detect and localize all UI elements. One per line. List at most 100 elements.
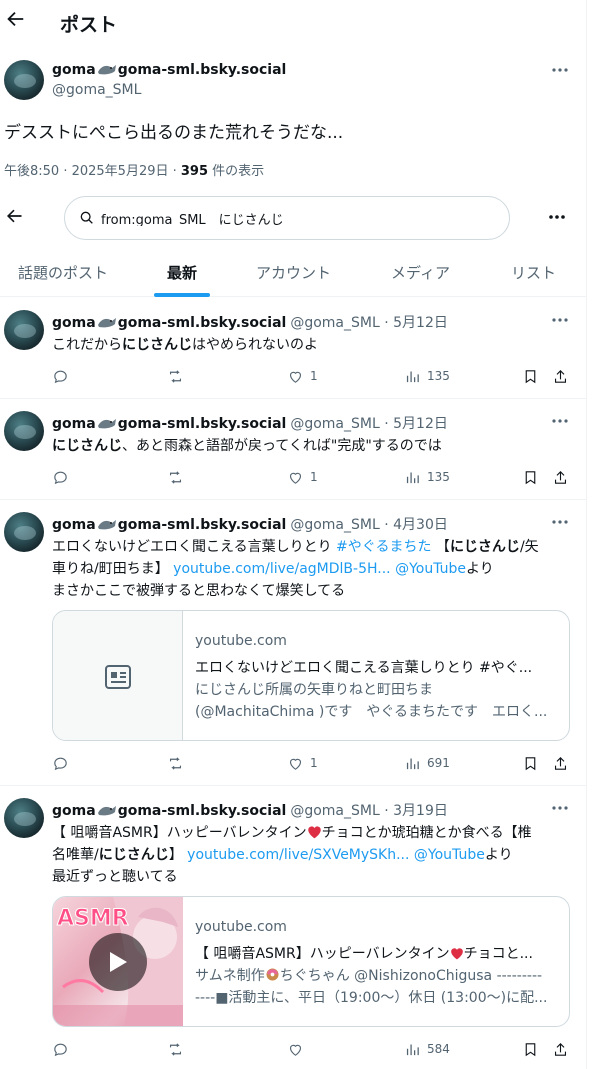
like-count: 1	[310, 369, 318, 383]
seal-emoji-icon	[97, 419, 116, 429]
repost-button[interactable]	[167, 1039, 190, 1059]
repost-icon	[169, 369, 182, 383]
active-tab-indicator	[154, 293, 210, 297]
tweet-header: goma goma-sml.bsky.social @goma_SML · 4月30…	[52, 514, 448, 534]
post-time[interactable]: 午後8:50 · 2025年5月29日 ·	[4, 164, 181, 179]
tab-lists[interactable]: リスト	[511, 262, 556, 283]
tweet[interactable]: goma goma-sml.bsky.social @goma_SML · 3月19…	[0, 786, 586, 1069]
tab-media[interactable]: メディア	[391, 262, 450, 283]
hashtag-link[interactable]: #やぐるまちた	[336, 539, 431, 555]
author-handle[interactable]: @goma_SML	[52, 82, 141, 98]
share-button[interactable]	[552, 753, 575, 773]
mention-link[interactable]: @YouTube	[409, 847, 485, 863]
like-button[interactable]	[287, 1039, 310, 1059]
share-button[interactable]	[552, 1039, 575, 1059]
seal-emoji-icon	[97, 65, 116, 75]
like-button[interactable]: 1	[287, 753, 318, 773]
author-handle-date[interactable]: @goma_SML · 5月12日	[290, 416, 448, 432]
more-options-icon[interactable]	[550, 798, 570, 818]
search-input[interactable]	[101, 210, 481, 226]
bookmark-button[interactable]	[522, 366, 545, 386]
tab-top[interactable]: 話題のポスト	[18, 262, 108, 283]
url-link[interactable]: youtube.com/live/agMDlB-5H...	[173, 561, 390, 577]
like-button[interactable]: 1	[287, 467, 318, 487]
post-text: デスストにぺこら出るのまた荒れそうだな...	[4, 123, 344, 143]
link-card[interactable]: youtube.com エロくないけどエロく聞こえる言葉しりとり #やぐ... …	[52, 610, 570, 741]
share-icon	[554, 756, 567, 770]
author-name[interactable]: goma goma-sml.bsky.social	[52, 803, 286, 819]
video-thumbnail[interactable]: ASMR	[53, 897, 183, 1026]
author-name[interactable]: goma goma-sml.bsky.social	[52, 416, 286, 432]
share-button[interactable]	[552, 366, 575, 386]
bookmark-button[interactable]	[522, 753, 545, 773]
bookmark-button[interactable]	[522, 1039, 545, 1059]
bookmark-button[interactable]	[522, 467, 545, 487]
repost-icon	[169, 470, 182, 484]
reply-button[interactable]	[52, 366, 75, 386]
tweet-header: goma goma-sml.bsky.social @goma_SML · 5月12…	[52, 312, 448, 332]
author-handle-date[interactable]: @goma_SML · 3月19日	[290, 803, 448, 819]
search-box[interactable]	[64, 196, 510, 240]
tweet-text: これだからにじさんじはやめられないのよ	[52, 337, 318, 353]
repost-button[interactable]	[167, 467, 190, 487]
heart-icon	[289, 472, 302, 484]
tweet-text: にじさんじ、あと雨森と語部が戻ってくれば"完成"するのでは	[52, 438, 442, 454]
author-name[interactable]: goma goma-sml.bsky.social	[52, 315, 286, 331]
tweet[interactable]: goma goma-sml.bsky.social @goma_SML · 4月30…	[0, 500, 586, 786]
bookmark-icon	[525, 369, 536, 383]
bookmark-icon	[525, 470, 536, 484]
tweet-actions: 584	[52, 1039, 572, 1059]
more-options-icon[interactable]	[550, 60, 570, 80]
author-name[interactable]: goma goma-sml.bsky.social	[52, 517, 286, 533]
card-title: 【 咀嚼音ASMR】ハッピーバレンタイン チョコと...	[195, 946, 533, 962]
avatar[interactable]	[4, 411, 44, 451]
search-back-arrow-icon[interactable]	[4, 206, 26, 228]
tab-accounts[interactable]: アカウント	[256, 262, 331, 283]
repost-button[interactable]	[167, 366, 190, 386]
views-count: 691	[427, 756, 450, 770]
view-label: 件の表示	[208, 164, 265, 179]
views-button[interactable]: 691	[404, 753, 450, 773]
mention-link[interactable]: @YouTube	[391, 561, 466, 577]
right-divider	[586, 0, 587, 1069]
more-options-icon[interactable]	[550, 512, 570, 532]
card-domain: youtube.com	[195, 633, 287, 649]
avatar[interactable]	[4, 512, 44, 552]
url-link[interactable]: youtube.com/live/SXVeMySKh...	[187, 847, 409, 863]
views-button[interactable]: 584	[404, 1039, 450, 1059]
reply-button[interactable]	[52, 467, 75, 487]
tweet-header: goma goma-sml.bsky.social @goma_SML · 3月19…	[52, 800, 448, 820]
bookmark-icon	[525, 756, 536, 770]
avatar[interactable]	[4, 798, 44, 838]
avatar[interactable]	[4, 310, 44, 350]
author-handle-date[interactable]: @goma_SML · 4月30日	[290, 517, 448, 533]
search-options-icon[interactable]	[547, 207, 567, 227]
search-tabs: 話題のポスト 最新 アカウント メディア リスト	[0, 250, 586, 297]
bookmark-icon	[525, 1042, 536, 1056]
svg-text:ASMR: ASMR	[57, 906, 129, 931]
video-card[interactable]: ASMR youtube.com 【 咀嚼音ASMR】ハッピーバレンタイン チョコ…	[52, 896, 570, 1027]
card-domain: youtube.com	[195, 919, 287, 935]
like-count: 1	[310, 756, 318, 770]
author-handle-date[interactable]: @goma_SML · 5月12日	[290, 315, 448, 331]
play-button[interactable]	[89, 933, 147, 991]
repost-icon	[169, 756, 182, 770]
views-button[interactable]: 135	[404, 366, 450, 386]
share-button[interactable]	[552, 467, 575, 487]
author-name[interactable]: goma goma-sml.bsky.social	[52, 62, 286, 78]
views-button[interactable]: 135	[404, 467, 450, 487]
tweet[interactable]: goma goma-sml.bsky.social @goma_SML · 5月12…	[0, 298, 586, 399]
reply-button[interactable]	[52, 753, 75, 773]
back-arrow-icon[interactable]	[4, 8, 30, 34]
reply-button[interactable]	[52, 1039, 75, 1059]
like-button[interactable]: 1	[287, 366, 318, 386]
more-options-icon[interactable]	[550, 310, 570, 330]
search-icon	[80, 211, 93, 224]
card-description: サムネ制作 ちぐちゃん @NishizonoChigusa --------- -…	[195, 968, 548, 1006]
tweet-header: goma goma-sml.bsky.social @goma_SML · 5月12…	[52, 413, 448, 433]
avatar[interactable]	[4, 60, 44, 100]
tab-latest[interactable]: 最新	[167, 262, 197, 283]
tweet[interactable]: goma goma-sml.bsky.social @goma_SML · 5月12…	[0, 399, 586, 500]
repost-button[interactable]	[167, 753, 190, 773]
more-options-icon[interactable]	[550, 411, 570, 431]
